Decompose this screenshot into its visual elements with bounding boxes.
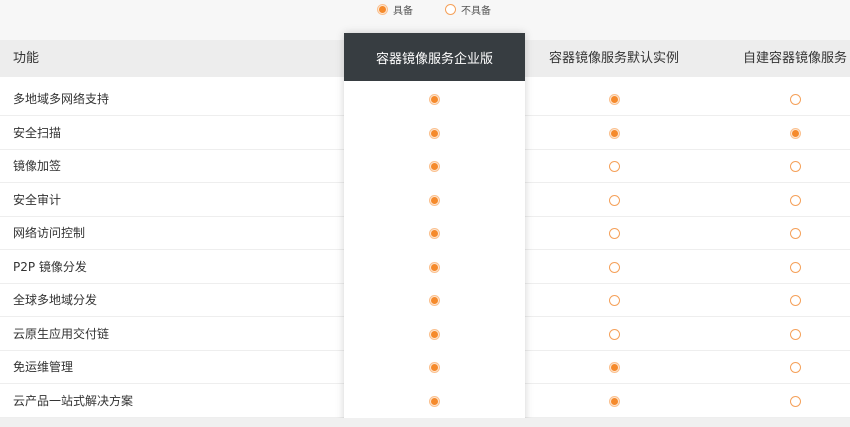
filled-dot-icon <box>429 228 440 239</box>
empty-dot-icon <box>609 228 620 239</box>
filled-dot-icon <box>790 127 801 139</box>
filled-dot-icon <box>429 94 440 105</box>
empty-dot-icon <box>790 94 801 105</box>
empty-dot-icon <box>790 328 801 340</box>
feature-label: 全球多地域分发 <box>13 293 98 307</box>
filled-dot-icon <box>429 362 440 373</box>
feature-label: 免运维管理 <box>13 360 74 374</box>
legend-unavailable-label: 不具备 <box>461 5 491 17</box>
legend-available-label: 具备 <box>393 5 413 17</box>
feature-label: 网络访问控制 <box>13 226 86 240</box>
legend: 具备 不具备 <box>0 0 850 18</box>
empty-dot-icon <box>609 161 620 172</box>
feature-label: 镜像加签 <box>13 159 62 173</box>
legend-available: 具备 <box>377 2 413 17</box>
feature-label: 云原生应用交付链 <box>13 326 110 341</box>
empty-dot-icon <box>790 194 801 206</box>
header-default-instance: 容器镜像服务默认实例 <box>548 51 679 66</box>
filled-dot-icon <box>429 395 440 407</box>
empty-dot-icon <box>790 228 801 239</box>
filled-dot-icon <box>429 161 440 172</box>
feature-label: 安全扫描 <box>13 125 62 140</box>
filled-dot-icon <box>429 295 440 306</box>
empty-dot-icon <box>609 328 620 340</box>
empty-dot-icon <box>790 362 801 373</box>
empty-dot-icon <box>790 395 801 407</box>
bottom-strip <box>0 418 850 427</box>
filled-dot-icon <box>429 261 440 273</box>
legend-unavailable: 不具备 <box>445 2 491 17</box>
filled-dot-icon <box>609 94 620 105</box>
header-feature: 功能 <box>13 51 40 66</box>
header-enterprise-edition: 容器镜像服务企业版 <box>344 33 525 81</box>
empty-dot-icon <box>790 161 801 172</box>
filled-dot-icon <box>429 127 440 139</box>
empty-dot-icon <box>609 194 620 206</box>
filled-dot-icon <box>429 194 440 206</box>
empty-dot-icon <box>445 3 456 15</box>
filled-dot-icon <box>609 362 620 373</box>
filled-dot-icon <box>609 127 620 139</box>
empty-dot-icon <box>609 261 620 273</box>
empty-dot-icon <box>609 295 620 306</box>
filled-dot-icon <box>429 328 440 340</box>
header-self-built: 自建容器镜像服务 <box>742 51 847 66</box>
empty-dot-icon <box>790 295 801 306</box>
feature-label: 云产品一站式解决方案 <box>13 393 134 408</box>
feature-label: 安全审计 <box>13 192 62 207</box>
filled-dot-icon <box>609 395 620 407</box>
feature-label: P2P 镜像分发 <box>13 259 87 274</box>
empty-dot-icon <box>790 261 801 273</box>
feature-label: 多地域多网络支持 <box>13 92 110 106</box>
filled-dot-icon <box>377 3 388 15</box>
